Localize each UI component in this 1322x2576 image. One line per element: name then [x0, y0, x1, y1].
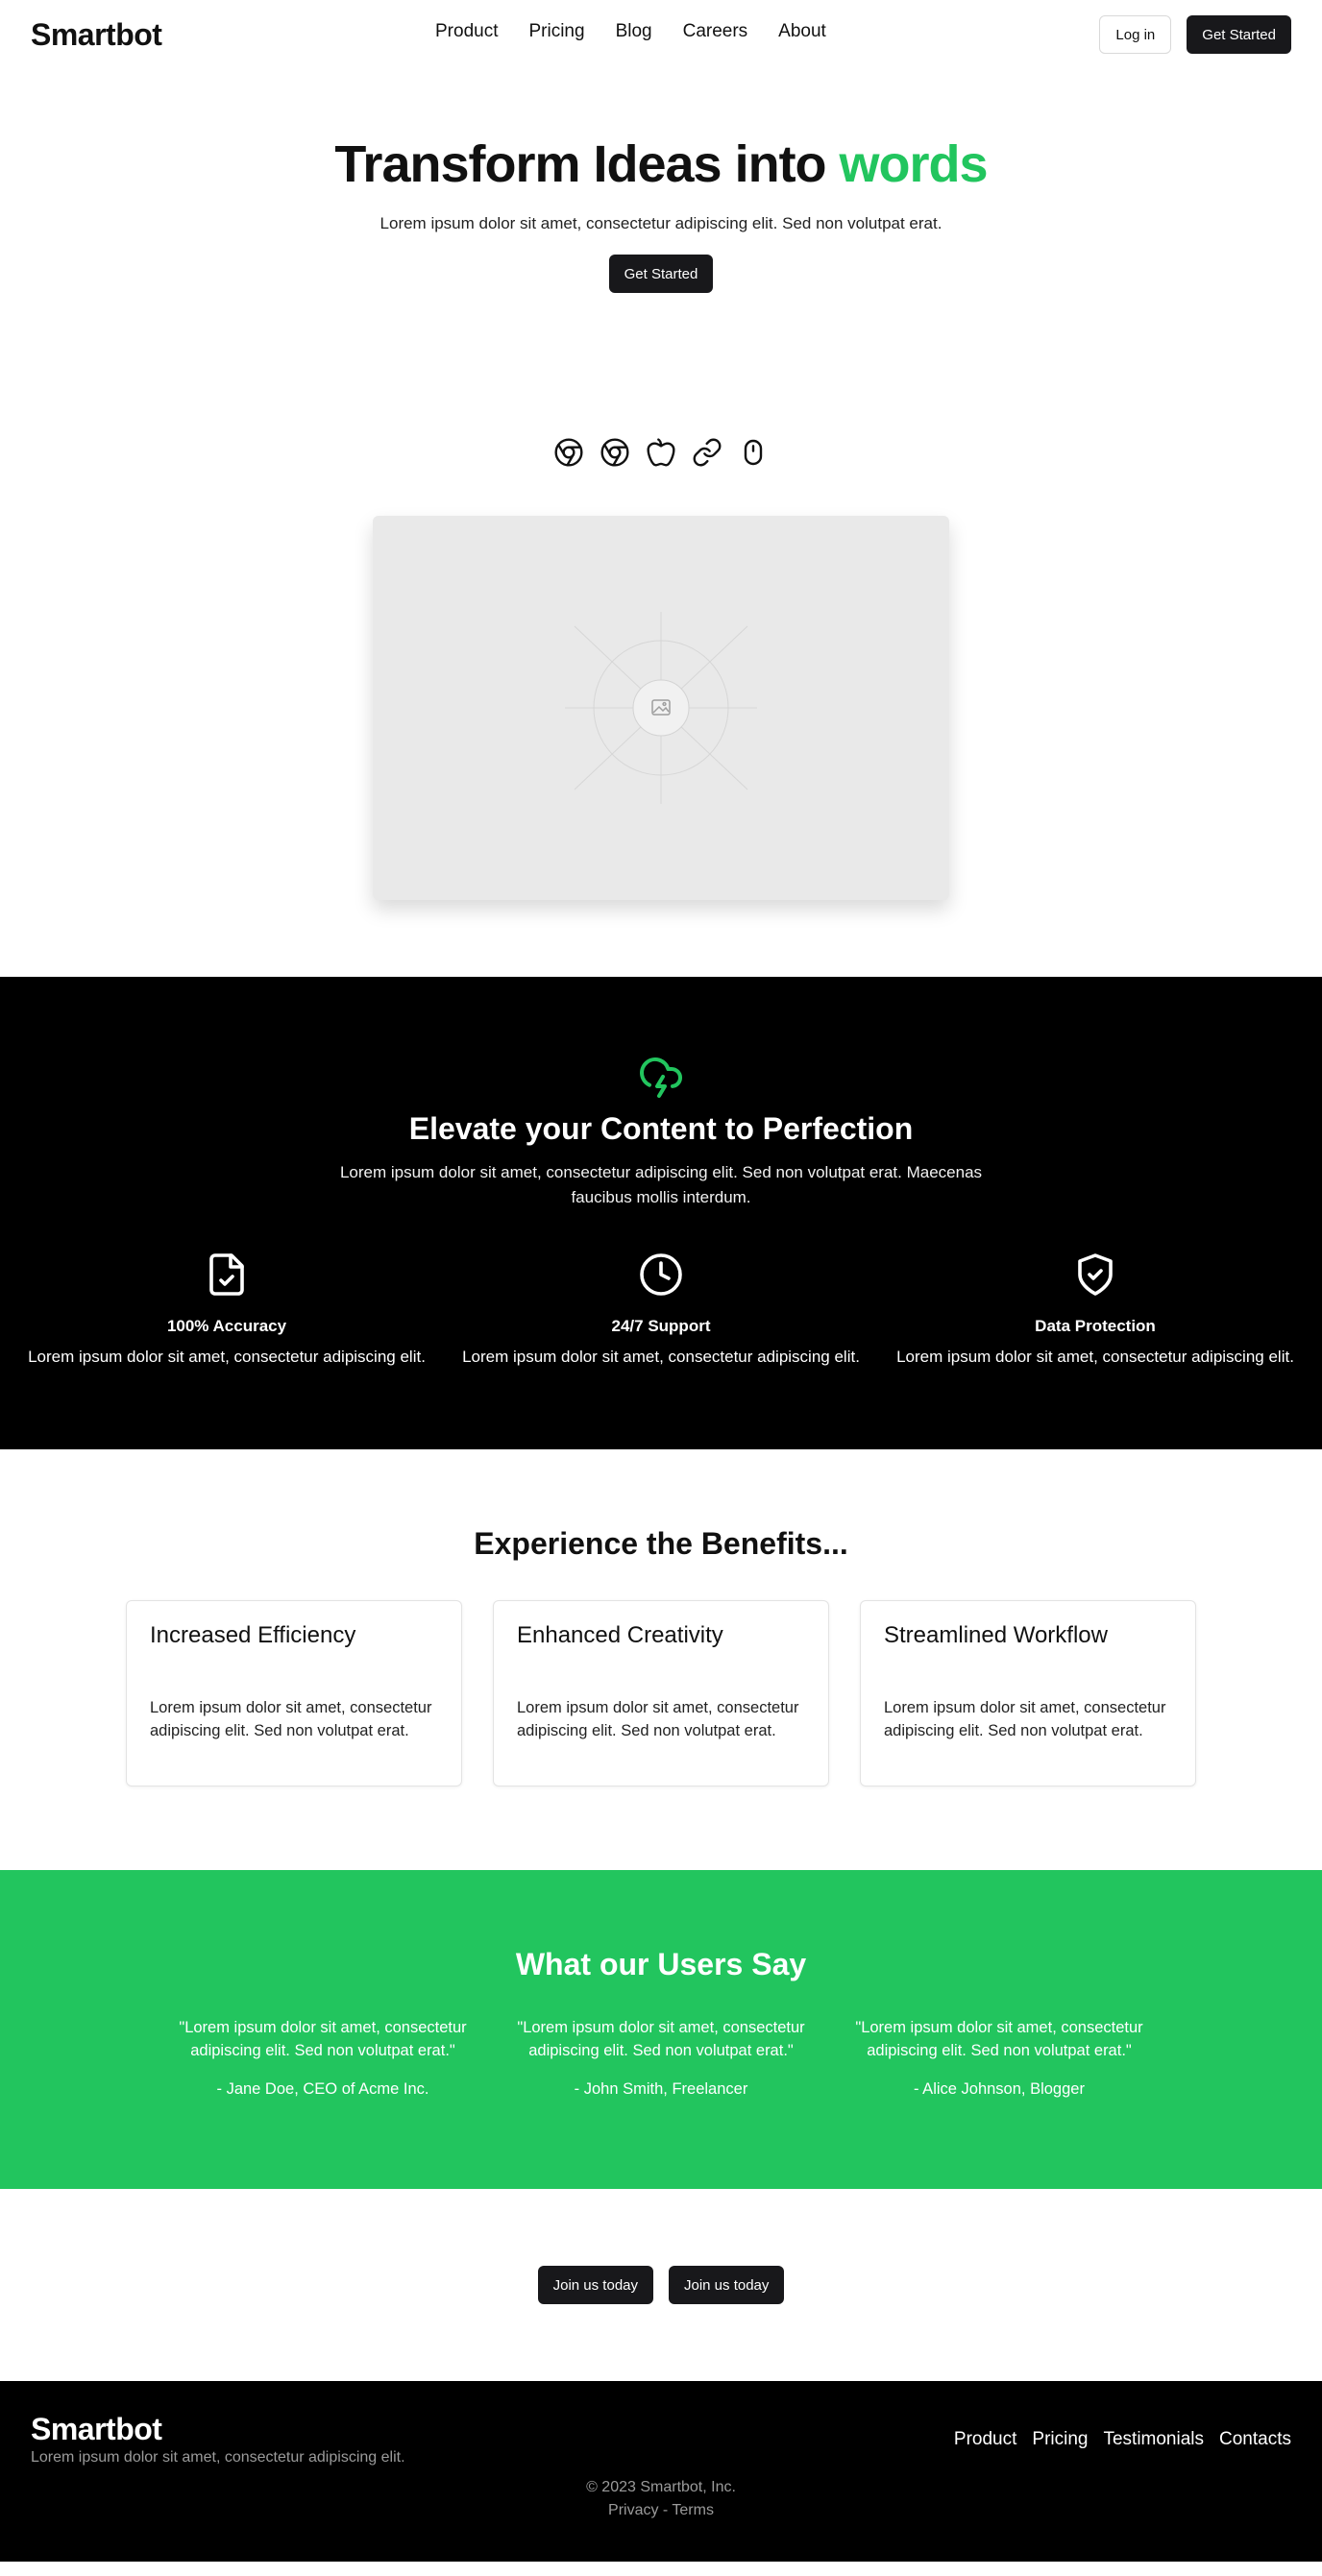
footer-nav: Product Pricing Testimonials Contacts	[954, 2429, 1291, 2450]
footer-tagline: Lorem ipsum dolor sit amet, consectetur …	[31, 2449, 405, 2467]
chrome-icon[interactable]	[553, 437, 584, 468]
copyright: © 2023 Smartbot, Inc.	[586, 2479, 736, 2496]
hero-title-accent: words	[839, 135, 989, 193]
testimonial-item: "Lorem ipsum dolor sit amet, consectetur…	[838, 2017, 1161, 2102]
testimonial-author: - Alice Johnson, Blogger	[914, 2080, 1085, 2099]
apple-icon[interactable]	[646, 437, 676, 468]
footer-contacts-link[interactable]: Contacts	[1219, 2429, 1291, 2450]
footer-pricing-link[interactable]: Pricing	[1032, 2429, 1088, 2450]
footer-product-link[interactable]: Product	[954, 2429, 1016, 2450]
nav-pricing-link[interactable]: Pricing	[528, 21, 584, 42]
product-image-placeholder	[373, 516, 949, 901]
testimonial-author: - John Smith, Freelancer	[574, 2080, 748, 2099]
testimonial-item: "Lorem ipsum dolor sit amet, consectetur…	[161, 2017, 484, 2102]
testimonial-author: - Jane Doe, CEO of Acme Inc.	[216, 2080, 429, 2099]
feature-title: 100% Accuracy	[166, 1317, 287, 1336]
nav-product-link[interactable]: Product	[435, 21, 498, 42]
site-footer: Smartbot Lorem ipsum dolor sit amet, con…	[0, 2381, 1322, 2563]
feature-grid: 100% Accuracy Lorem ipsum dolor sit amet…	[0, 1252, 1322, 1367]
benefit-card-title: Streamlined Workflow	[884, 1622, 1108, 1649]
brand-logo[interactable]: Smartbot	[31, 17, 162, 53]
join-button[interactable]: Join us today	[537, 2266, 653, 2305]
privacy-link[interactable]: Privacy	[608, 2502, 658, 2518]
link-icon[interactable]	[692, 437, 722, 468]
benefit-card: Enhanced Creativity Lorem ipsum dolor si…	[493, 1600, 829, 1787]
nav-about-link[interactable]: About	[778, 21, 826, 42]
features-lead: Lorem ipsum dolor sit amet, consectetur …	[339, 1163, 983, 1206]
terms-link[interactable]: Terms	[672, 2502, 714, 2518]
benefit-card-title: Increased Efficiency	[150, 1622, 356, 1649]
hero-section: Transform Ideas into words Lorem ipsum d…	[0, 69, 1322, 294]
feature-title: 24/7 Support	[611, 1317, 711, 1336]
clock-icon	[640, 1253, 682, 1297]
chrome-icon[interactable]	[600, 437, 630, 468]
benefit-card-text: Lorem ipsum dolor sit amet, consectetur …	[884, 1699, 1166, 1740]
cta-section: Join us today Join us today	[0, 2189, 1322, 2381]
main-nav: Product Pricing Blog Careers About	[435, 21, 826, 42]
nav-careers-link[interactable]: Careers	[683, 21, 748, 42]
footer-testimonials-link[interactable]: Testimonials	[1103, 2429, 1204, 2450]
testimonial-quote: "Lorem ipsum dolor sit amet, consectetur…	[179, 2019, 467, 2060]
header-actions: Log in Get Started	[1099, 15, 1291, 54]
hero-get-started-button[interactable]: Get Started	[608, 255, 714, 294]
testimonial-quote: "Lorem ipsum dolor sit amet, consectetur…	[855, 2019, 1143, 2060]
benefit-card: Streamlined Workflow Lorem ipsum dolor s…	[860, 1600, 1196, 1787]
site-header: Smartbot Product Pricing Blog Careers Ab…	[0, 0, 1322, 69]
benefit-card-title: Enhanced Creativity	[517, 1622, 723, 1649]
nav-blog-link[interactable]: Blog	[616, 21, 652, 42]
testimonial-item: "Lorem ipsum dolor sit amet, consectetur…	[500, 2017, 822, 2102]
shield-check-icon	[1078, 1253, 1113, 1297]
image-placeholder-graphic	[565, 612, 757, 805]
footer-bottom: © 2023 Smartbot, Inc. Privacy - Terms	[31, 2476, 1291, 2522]
testimonials-title: What our Users Say	[515, 1947, 807, 1982]
feature-title: Data Protection	[1035, 1317, 1156, 1336]
features-title: Elevate your Content to Perfection	[408, 1111, 914, 1147]
benefit-card-text: Lorem ipsum dolor sit amet, consectetur …	[150, 1699, 432, 1740]
testimonial-list: "Lorem ipsum dolor sit amet, consectetur…	[0, 2017, 1322, 2102]
testimonials-section: What our Users Say "Lorem ipsum dolor si…	[0, 1870, 1322, 2190]
feature-data-protection: Data Protection Lorem ipsum dolor sit am…	[884, 1252, 1307, 1367]
benefit-card-text: Lorem ipsum dolor sit amet, consectetur …	[517, 1699, 799, 1740]
benefits-section: Experience the Benefits... Increased Eff…	[0, 1449, 1322, 1870]
feature-text: Lorem ipsum dolor sit amet, consectetur …	[28, 1348, 426, 1367]
hero-title-main: Transform Ideas into	[334, 135, 840, 193]
feature-text: Lorem ipsum dolor sit amet, consectetur …	[462, 1348, 860, 1367]
hero-subtitle: Lorem ipsum dolor sit amet, consectetur …	[379, 214, 943, 233]
header-get-started-button[interactable]: Get Started	[1187, 15, 1291, 54]
legal-separator: -	[658, 2502, 673, 2519]
feature-text: Lorem ipsum dolor sit amet, consectetur …	[896, 1348, 1294, 1367]
integration-icons	[0, 437, 1322, 468]
testimonial-quote: "Lorem ipsum dolor sit amet, consectetur…	[517, 2019, 805, 2060]
login-button[interactable]: Log in	[1099, 15, 1172, 54]
hero-title: Transform Ideas into words	[0, 135, 1322, 193]
file-check-icon	[209, 1253, 244, 1297]
mouse-icon[interactable]	[738, 437, 769, 468]
join-button[interactable]: Join us today	[669, 2266, 785, 2305]
cloud-lightning-icon	[640, 1057, 682, 1099]
feature-support: 24/7 Support Lorem ipsum dolor sit amet,…	[450, 1252, 872, 1367]
feature-accuracy: 100% Accuracy Lorem ipsum dolor sit amet…	[15, 1252, 438, 1367]
benefit-card: Increased Efficiency Lorem ipsum dolor s…	[126, 1600, 462, 1787]
benefit-cards: Increased Efficiency Lorem ipsum dolor s…	[0, 1600, 1322, 1787]
features-section: Elevate your Content to Perfection Lorem…	[0, 977, 1322, 1450]
legal-links: Privacy - Terms	[31, 2499, 1291, 2522]
benefits-title: Experience the Benefits...	[474, 1526, 848, 1562]
